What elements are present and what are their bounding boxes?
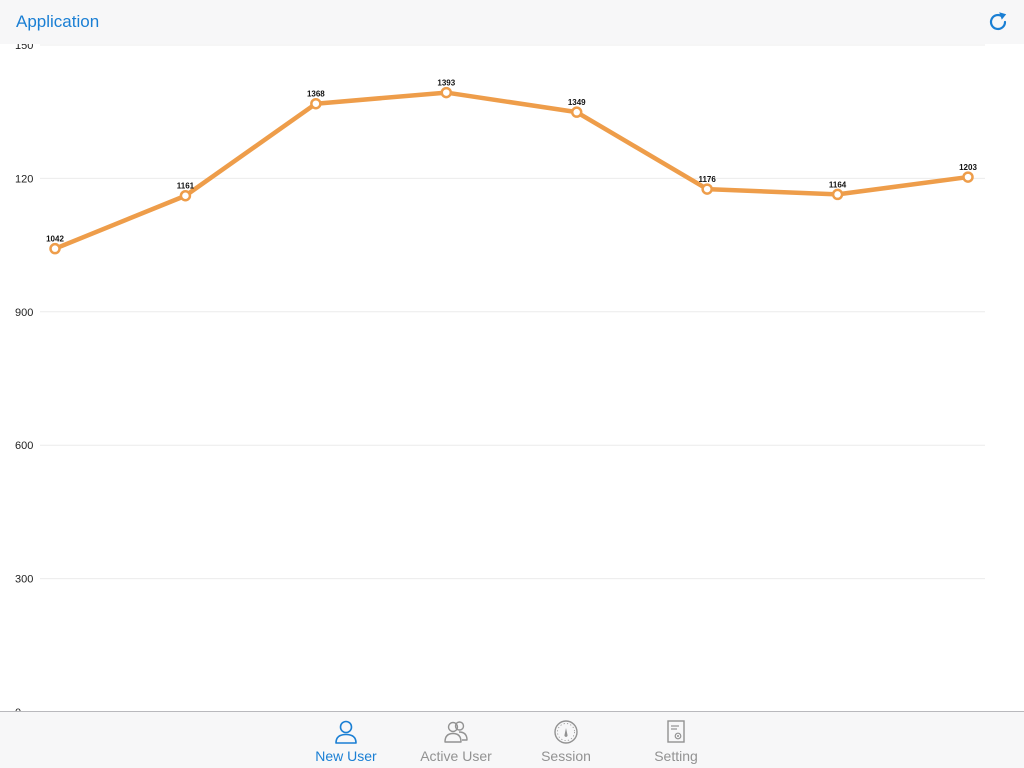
- tab-new-user[interactable]: New User: [296, 718, 396, 768]
- navigation-bar: Application: [0, 0, 1024, 44]
- y-tick-label: 120: [15, 173, 33, 185]
- data-label: 1164: [829, 180, 847, 189]
- line-chart: 0300600900120150104211611368139313491176…: [15, 40, 985, 719]
- data-point: [440, 86, 453, 99]
- data-point: [570, 106, 583, 118]
- y-tick-label: 900: [15, 307, 33, 319]
- data-label: 1203: [959, 163, 977, 172]
- settings-doc-icon: [667, 720, 685, 743]
- nav-title: Application: [16, 12, 100, 31]
- data-point: [701, 183, 713, 195]
- data-label: 1393: [437, 79, 455, 88]
- app-window: Application 0300600900120150104211611368…: [0, 0, 1024, 768]
- data-point: [831, 188, 844, 201]
- data-label: 1042: [46, 235, 64, 244]
- tab-new-user-label: New User: [315, 748, 377, 764]
- y-tick-label: 600: [15, 440, 33, 452]
- tab-setting[interactable]: Setting: [626, 718, 726, 768]
- data-label: 1176: [698, 175, 716, 184]
- data-label: 1161: [177, 182, 195, 191]
- data-label: 1349: [568, 98, 586, 107]
- data-point: [179, 189, 192, 202]
- users-icon: [444, 721, 468, 743]
- data-point: [310, 97, 322, 110]
- refresh-button[interactable]: [986, 10, 1010, 34]
- chart-area: 0300600900120150104211611368139313491176…: [0, 40, 1024, 719]
- gauge-icon: [554, 720, 578, 744]
- tab-session[interactable]: Session: [516, 718, 616, 768]
- tab-active-user[interactable]: Active User: [406, 718, 506, 768]
- data-label: 1368: [307, 90, 325, 99]
- y-tick-label: 150: [15, 44, 33, 52]
- tab-setting-label: Setting: [654, 748, 698, 764]
- y-tick-label: 300: [15, 574, 33, 586]
- series-line: [52, 90, 971, 251]
- user-icon: [335, 720, 357, 744]
- tab-bar: New User Active User Session Setting: [0, 711, 1024, 768]
- refresh-icon: [989, 12, 1007, 31]
- data-point: [49, 242, 61, 255]
- data-point: [962, 171, 974, 183]
- tab-session-label: Session: [541, 748, 591, 764]
- tab-active-user-label: Active User: [420, 748, 492, 764]
